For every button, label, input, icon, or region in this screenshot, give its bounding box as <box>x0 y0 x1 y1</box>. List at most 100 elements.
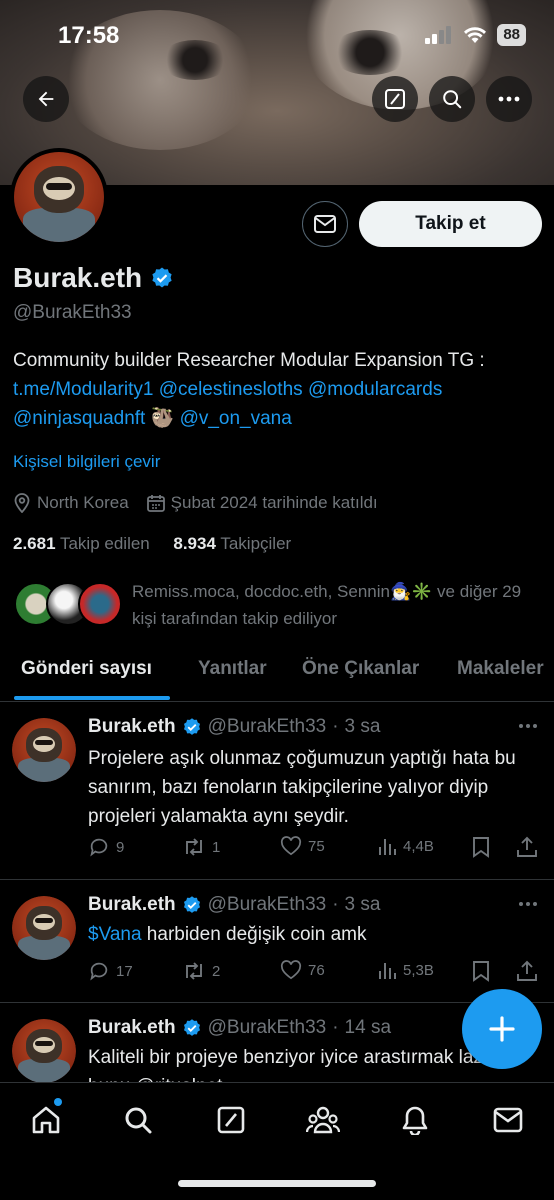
profile-name: Burak.eth <box>13 262 174 294</box>
follower-avatar <box>78 582 122 626</box>
back-button[interactable] <box>23 76 69 122</box>
notification-dot <box>54 1098 62 1106</box>
location-pin-icon <box>14 493 30 513</box>
bookmark-icon <box>473 837 489 858</box>
heart-icon <box>280 960 302 980</box>
verified-badge-icon <box>183 896 200 913</box>
bookmark-button[interactable] <box>472 960 490 982</box>
nav-home[interactable] <box>26 1098 66 1140</box>
verified-badge-icon <box>183 1019 200 1036</box>
tweet[interactable]: Burak.eth @BurakEth33 · 3 sa $Vana harbide… <box>0 880 554 1003</box>
tweet[interactable]: Burak.eth @BurakEth33 · 3 sa Projelere aşı… <box>0 702 554 880</box>
like-button[interactable]: 75 <box>280 836 325 856</box>
views-chart-icon <box>379 963 396 979</box>
tab-posts[interactable]: Gönderi sayısı <box>21 658 152 680</box>
followed-by-section[interactable]: Remiss.moca, docdoc.eth, Sennin🧙‍♂️✳️ ve… <box>14 580 544 630</box>
arrow-left-icon <box>38 91 54 107</box>
tab-articles[interactable]: Makaleler <box>457 658 544 680</box>
wifi-icon <box>464 27 487 43</box>
follow-button[interactable]: Takip et <box>359 201 542 247</box>
plus-icon <box>489 1016 515 1042</box>
views-button[interactable]: 4,4B <box>377 836 434 856</box>
tab-highlights[interactable]: Öne Çıkanlar <box>302 658 419 680</box>
profile-meta: North Korea Şubat 2024 tarihinde katıldı <box>13 493 378 513</box>
home-icon <box>32 1106 60 1134</box>
repost-count: 1 <box>212 838 221 856</box>
search-button[interactable] <box>429 76 475 122</box>
verified-badge-icon[interactable] <box>150 266 174 290</box>
views-chart-icon <box>379 839 396 855</box>
view-count: 5,3B <box>403 961 434 979</box>
share-button[interactable] <box>516 836 538 858</box>
bio-link-telegram[interactable]: t.me/Modularity1 <box>13 379 153 400</box>
verified-badge-icon <box>183 718 200 735</box>
tweet-author-handle: @BurakEth33 <box>207 1017 327 1038</box>
search-icon <box>125 1107 152 1134</box>
profile-avatar[interactable] <box>10 148 108 246</box>
location-text: North Korea <box>37 493 129 512</box>
like-button[interactable]: 76 <box>280 960 325 980</box>
heart-icon <box>280 836 302 856</box>
active-tab-indicator <box>14 696 170 700</box>
following-label: Takip edilen <box>59 534 150 553</box>
nav-search[interactable] <box>118 1100 158 1140</box>
tweet-author-name[interactable]: Burak.eth <box>88 894 176 916</box>
nav-messages[interactable] <box>488 1100 528 1140</box>
tweet-time: 3 sa <box>344 894 381 915</box>
tweet-avatar[interactable] <box>12 1019 76 1082</box>
bookmark-icon <box>473 961 489 982</box>
status-bar: 17:58 88 <box>0 0 554 70</box>
grok-button[interactable] <box>372 76 418 122</box>
more-horizontal-icon <box>519 902 537 906</box>
compose-post-button[interactable] <box>462 989 542 1069</box>
followers-link[interactable]: 8.934 Takipçiler <box>173 534 291 553</box>
tab-replies[interactable]: Yanıtlar <box>198 658 267 680</box>
follow-counts: 2.681 Takip edilen 8.934 Takipçiler <box>13 534 291 554</box>
bio-link-v-on-vana[interactable]: @v_on_vana <box>180 408 292 429</box>
following-link[interactable]: 2.681 Takip edilen <box>13 534 150 553</box>
bio-link-modularcards[interactable]: @modularcards <box>308 379 442 400</box>
tweet-text: Projelere aşık olunmaz çoğumuzun yaptığı… <box>88 748 516 827</box>
tweet-more-button[interactable] <box>518 890 538 913</box>
home-indicator[interactable] <box>178 1180 376 1187</box>
nav-grok[interactable] <box>211 1100 251 1140</box>
profile-tabs: Gönderi sayısı Yanıtlar Öne Çıkanlar Mak… <box>0 648 554 702</box>
followers-count: 8.934 <box>173 534 216 553</box>
view-count: 4,4B <box>403 837 434 855</box>
signal-icon <box>425 26 452 44</box>
nav-notifications[interactable] <box>395 1100 435 1140</box>
views-button[interactable]: 5,3B <box>377 960 434 980</box>
tweet-more-button[interactable] <box>518 712 538 735</box>
tweet-avatar[interactable] <box>12 718 76 782</box>
reply-count: 17 <box>116 962 133 980</box>
message-button[interactable] <box>302 201 348 247</box>
repost-button[interactable]: 2 <box>182 960 220 982</box>
sloth-emoji: 🦥 <box>150 408 175 429</box>
tweet-text-body: harbiden değişik coin amk <box>141 924 367 945</box>
tweet-author-handle: @BurakEth33 <box>207 716 327 737</box>
reply-button[interactable]: 17 <box>88 960 133 982</box>
more-horizontal-icon <box>498 96 520 102</box>
more-options-button[interactable] <box>486 76 532 122</box>
tweet-author-name[interactable]: Burak.eth <box>88 716 176 738</box>
reply-button[interactable]: 9 <box>88 836 124 858</box>
tweet-text: $Vana harbiden değişik coin amk <box>88 920 538 949</box>
repost-button[interactable]: 1 <box>182 836 220 858</box>
cashtag-link[interactable]: $Vana <box>88 924 142 945</box>
grok-icon <box>217 1106 245 1134</box>
tweet-avatar[interactable] <box>12 896 76 960</box>
bookmark-button[interactable] <box>472 836 490 858</box>
tweet-actions: 9 1 75 4,4B <box>88 836 544 860</box>
tweet-author-name[interactable]: Burak.eth <box>88 1017 176 1039</box>
tweet-author-handle: @BurakEth33 <box>207 894 327 915</box>
search-icon <box>443 90 462 109</box>
like-count: 76 <box>308 961 325 979</box>
nav-communities[interactable] <box>303 1100 343 1140</box>
share-button[interactable] <box>516 960 538 982</box>
like-count: 75 <box>308 837 325 855</box>
bio-link-celestinesloths[interactable]: @celestinesloths <box>159 379 303 400</box>
translate-bio-link[interactable]: Kişisel bilgileri çevir <box>13 452 160 472</box>
repost-count: 2 <box>212 962 221 980</box>
bio-link-ninjasquadnft[interactable]: @ninjasquadnft <box>13 408 145 429</box>
repost-icon <box>186 962 202 980</box>
